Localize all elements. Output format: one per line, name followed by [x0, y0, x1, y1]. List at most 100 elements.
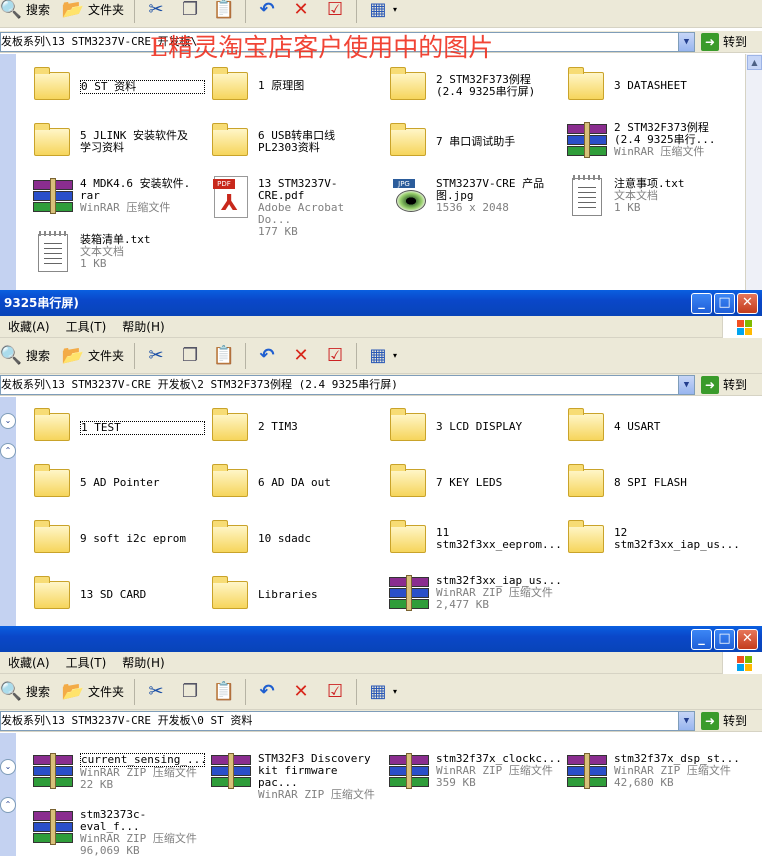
- folder-item[interactable]: 2 TIM3: [210, 405, 383, 447]
- file-item[interactable]: stm32f37x_clockc... WinRAR ZIP 压缩文件 359 KB: [388, 751, 562, 793]
- folder-item[interactable]: 7 串口调试助手: [388, 120, 561, 162]
- address-bar: 发板系列\13 STM3237V-CRE 开发板\ ▼ ➜ 转到: [0, 31, 762, 53]
- folder-item[interactable]: 3 DATASHEET: [566, 64, 739, 106]
- folder-item[interactable]: 7 KEY LEDS: [388, 461, 561, 503]
- maximize-button[interactable]: □: [714, 629, 735, 650]
- undo-button[interactable]: ↶: [250, 677, 284, 707]
- file-item[interactable]: stm32f3xx_iap_us... WinRAR ZIP 压缩文件 2,477 …: [388, 573, 562, 615]
- cut-icon: ✂: [148, 0, 164, 20]
- vertical-scrollbar[interactable]: ▲: [745, 54, 762, 290]
- file-item[interactable]: STM32F3 Discovery kit firmware pac... Win…: [210, 751, 383, 801]
- rar-icon: [388, 751, 430, 793]
- chevron-expand-icon[interactable]: ⌃: [0, 443, 16, 459]
- file-item[interactable]: JPG STM3237V-CRE 产品 图.jpg 1536 x 2048: [388, 176, 561, 218]
- folder-item[interactable]: 2 STM32F373例程 (2.4 9325串行屏): [388, 64, 561, 106]
- search-button[interactable]: 🔍 搜索: [0, 0, 56, 25]
- item-name: 4 MDK4.6 安装软件. rar: [80, 177, 191, 202]
- address-input[interactable]: 发板系列\13 STM3237V-CRE 开发板\0 ST 资料 ▼: [0, 710, 695, 731]
- folder-item[interactable]: 9 soft i2c eprom: [32, 517, 205, 559]
- search-button[interactable]: 🔍 搜索: [0, 341, 56, 371]
- copy-button[interactable]: ❐: [173, 677, 207, 707]
- chevron-down-icon[interactable]: ▼: [678, 32, 694, 51]
- folder-item[interactable]: 1 原理图: [210, 64, 383, 106]
- chevron-collapse-icon[interactable]: ⌄: [0, 413, 16, 429]
- undo-button[interactable]: ↶: [250, 341, 284, 371]
- properties-button[interactable]: ☑: [318, 0, 352, 25]
- address-text: 发板系列\13 STM3237V-CRE 开发板\0 ST 资料: [1, 713, 253, 727]
- folder-icon: [566, 461, 608, 503]
- minimize-button[interactable]: _: [691, 629, 712, 650]
- folder-item[interactable]: 4 USART: [566, 405, 739, 447]
- folders-button[interactable]: 📂 文件夹: [56, 341, 130, 371]
- file-item[interactable]: 2 STM32F373例程 (2.4 9325串行... WinRAR 压缩文件: [566, 120, 739, 162]
- file-view: ⌄ ⌃ current_sensing_... WinRAR ZIP 压缩文件 22…: [0, 733, 762, 856]
- search-button[interactable]: 🔍 搜索: [0, 677, 56, 707]
- file-item[interactable]: stm32f37x_dsp_st... WinRAR ZIP 压缩文件 42,680…: [566, 751, 740, 793]
- chevron-collapse-icon[interactable]: ⌄: [0, 759, 16, 775]
- file-item[interactable]: stm32373c-eval_f... WinRAR ZIP 压缩文件 96,069…: [32, 807, 205, 856]
- folders-button[interactable]: 📂 文件夹: [56, 677, 130, 707]
- copy-button[interactable]: ❐: [173, 341, 207, 371]
- folder-item[interactable]: 5 JLINK 安装软件及 学习资料: [32, 120, 205, 162]
- go-button[interactable]: ➜ 转到: [701, 375, 747, 394]
- cut-button[interactable]: ✂: [139, 0, 173, 25]
- views-button[interactable]: ▦ ▾: [361, 341, 403, 371]
- folder-item[interactable]: 11 stm32f3xx_eeprom...: [388, 517, 562, 559]
- item-label: STM32F3 Discovery kit firmware pac... Win…: [258, 753, 383, 801]
- menu-favorites[interactable]: 收藏(A): [8, 654, 50, 671]
- folder-item[interactable]: 6 AD DA out: [210, 461, 383, 503]
- file-item[interactable]: current_sensing_... WinRAR ZIP 压缩文件 22 KB: [32, 751, 207, 793]
- address-input[interactable]: 发板系列\13 STM3237V-CRE 开发板\2 STM32F373例程 (…: [0, 374, 695, 395]
- folder-item[interactable]: 1 TEST: [32, 405, 205, 447]
- folder-item[interactable]: 0 ST 资料: [32, 64, 205, 106]
- delete-button[interactable]: ✕: [284, 0, 318, 25]
- scroll-up-icon[interactable]: ▲: [747, 55, 762, 70]
- folders-button[interactable]: 📂 文件夹: [56, 0, 130, 25]
- delete-button[interactable]: ✕: [284, 677, 318, 707]
- close-button[interactable]: ✕: [737, 293, 758, 314]
- file-item[interactable]: PDF ⅄ 13 STM3237V-CRE.pdf Adobe Acrobat Do.…: [210, 176, 383, 238]
- file-item[interactable]: 注意事项.txt 文本文档 1 KB: [566, 175, 739, 218]
- chevron-down-icon[interactable]: ▼: [678, 375, 694, 394]
- undo-button[interactable]: ↶: [250, 0, 284, 25]
- title-bar[interactable]: 9325串行屏) _ □ ✕: [0, 290, 762, 316]
- paste-button[interactable]: 📋: [207, 0, 241, 25]
- item-name: 5 AD Pointer: [80, 476, 160, 489]
- folder-item[interactable]: 13 SD CARD: [32, 573, 205, 615]
- folder-item[interactable]: 6 USB转串口线 PL2303资料: [210, 120, 383, 162]
- folder-item[interactable]: 8 SPI FLASH: [566, 461, 739, 503]
- folder-item[interactable]: 12 stm32f3xx_iap_us...: [566, 517, 740, 559]
- item-name: 6 AD DA out: [258, 476, 331, 489]
- copy-button[interactable]: ❐: [173, 0, 207, 25]
- file-item[interactable]: 装箱清单.txt 文本文档 1 KB: [32, 231, 205, 274]
- properties-button[interactable]: ☑: [318, 341, 352, 371]
- cut-button[interactable]: ✂: [139, 341, 173, 371]
- maximize-button[interactable]: □: [714, 293, 735, 314]
- menu-favorites[interactable]: 收藏(A): [8, 318, 50, 335]
- rar-icon: [210, 751, 252, 793]
- delete-button[interactable]: ✕: [284, 341, 318, 371]
- minimize-button[interactable]: _: [691, 293, 712, 314]
- address-input[interactable]: 发板系列\13 STM3237V-CRE 开发板\ ▼: [0, 31, 695, 52]
- chevron-expand-icon[interactable]: ⌃: [0, 797, 16, 813]
- menu-tools[interactable]: 工具(T): [66, 318, 107, 335]
- cut-button[interactable]: ✂: [139, 677, 173, 707]
- views-button[interactable]: ▦ ▾: [361, 0, 403, 25]
- go-button[interactable]: ➜ 转到: [701, 32, 747, 51]
- menu-tools[interactable]: 工具(T): [66, 654, 107, 671]
- chevron-down-icon[interactable]: ▼: [678, 711, 694, 730]
- views-button[interactable]: ▦ ▾: [361, 677, 403, 707]
- paste-button[interactable]: 📋: [207, 677, 241, 707]
- menu-help[interactable]: 帮助(H): [122, 654, 164, 671]
- folder-item[interactable]: 10 sdadc: [210, 517, 383, 559]
- go-button[interactable]: ➜ 转到: [701, 711, 747, 730]
- title-bar[interactable]: _ □ ✕: [0, 626, 762, 652]
- folder-item[interactable]: 5 AD Pointer: [32, 461, 205, 503]
- menu-help[interactable]: 帮助(H): [122, 318, 164, 335]
- paste-button[interactable]: 📋: [207, 341, 241, 371]
- folder-item[interactable]: Libraries: [210, 573, 383, 615]
- close-button[interactable]: ✕: [737, 629, 758, 650]
- folder-item[interactable]: 3 LCD DISPLAY: [388, 405, 561, 447]
- file-item[interactable]: 4 MDK4.6 安装软件. rar WinRAR 压缩文件: [32, 176, 205, 218]
- properties-button[interactable]: ☑: [318, 677, 352, 707]
